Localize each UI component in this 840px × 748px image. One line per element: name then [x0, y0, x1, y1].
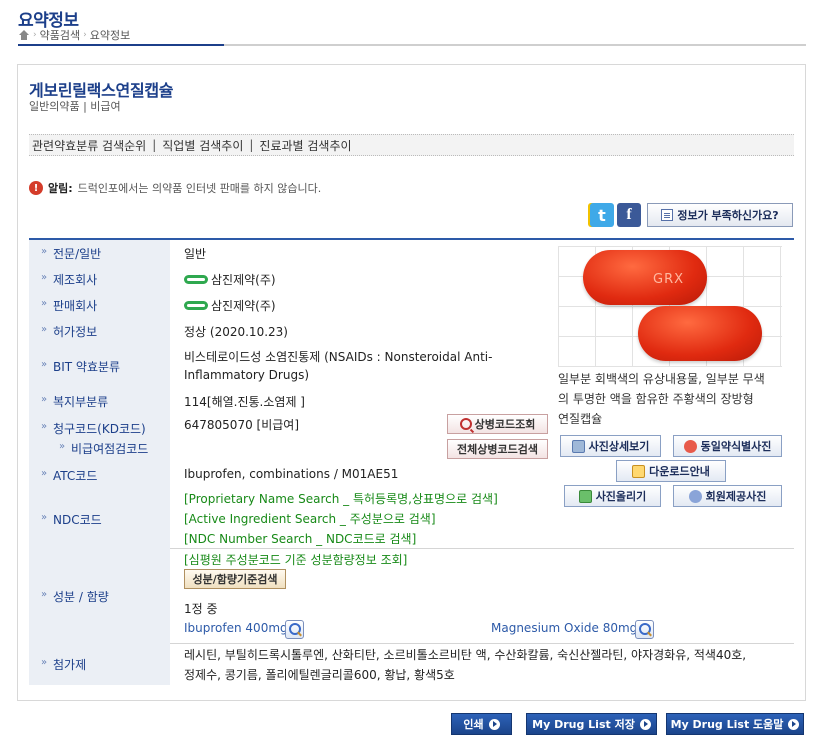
- samjin-logo-icon: [184, 301, 208, 310]
- ingredient-detail-zoom-icon[interactable]: [285, 620, 304, 639]
- link-category-rank[interactable]: 관련약효분류 검색순위: [32, 137, 146, 154]
- label-atc-code: ATC코드: [41, 467, 97, 484]
- pill-imprint: GRX: [653, 272, 685, 287]
- value-manufacturer[interactable]: 삼진제약(주): [184, 271, 276, 288]
- pills-icon: [683, 439, 697, 453]
- download-icon: [632, 464, 646, 478]
- value-atc-code: Ibuprofen, combinations / M01AE51: [184, 467, 399, 481]
- all-disease-code-search-button[interactable]: 전체상병코드검색: [447, 439, 548, 459]
- value-approval: 정상 (2020.10.23): [184, 325, 288, 339]
- label-ndc-code: NDC코드: [41, 511, 102, 528]
- section-divider: [170, 643, 794, 644]
- save-drug-list-button[interactable]: My Drug List 저장: [526, 713, 657, 735]
- additive-line1: 레시틴, 부틸히드록시톨루엔, 산화티탄, 소르비톨소르비탄 액, 수산화칼륨,…: [184, 648, 747, 662]
- photo-detail-button[interactable]: 사진상세보기: [560, 435, 661, 457]
- label-seller: 판매회사: [41, 297, 97, 314]
- drug-list-help-button[interactable]: My Drug List 도움말: [666, 713, 804, 735]
- pill-capsule-icon: GRX: [583, 250, 707, 305]
- ndc-ingredient-search-link[interactable]: [Active Ingredient Search _ 주성분으로 검색]: [184, 510, 436, 527]
- pill-image[interactable]: GRX: [558, 246, 782, 367]
- notice-label: 알림:: [48, 182, 73, 195]
- twitter-icon[interactable]: t: [590, 203, 614, 227]
- samjin-logo-icon: [184, 275, 208, 284]
- upload-photo-icon: [578, 489, 592, 503]
- drug-classification: 일반의약품 | 비급여: [29, 100, 121, 113]
- notice-text: 드럭인포에서는 의약품 인터넷 판매를 하지 않습니다.: [77, 182, 322, 195]
- section-divider: [170, 548, 794, 549]
- link-job-trend[interactable]: 직업별 검색추이: [162, 137, 243, 154]
- facebook-icon[interactable]: f: [617, 203, 641, 227]
- download-guide-button[interactable]: 다운로드안내: [616, 460, 726, 482]
- additive-line2: 정제수, 콩기름, 폴리에틸렌글리콜600, 황납, 황색5호: [184, 668, 455, 682]
- arrow-right-icon: [788, 718, 800, 730]
- header-divider: [18, 44, 806, 46]
- breadcrumb: › 약품검색 › 요약정보: [18, 27, 130, 43]
- rank-separator: |: [249, 138, 254, 152]
- search-trend-bar: 관련약효분류 검색순위 | 직업별 검색추이 | 진료과별 검색추이: [29, 134, 794, 156]
- disease-code-lookup-button[interactable]: 상병코드조회: [447, 414, 548, 434]
- arrow-right-icon: [639, 718, 651, 730]
- arrow-right-icon: [488, 718, 500, 730]
- ingredient-search-button[interactable]: 성분/함량기준검색: [184, 569, 286, 589]
- same-drug-photo-button[interactable]: 동일약식별사진: [673, 435, 782, 457]
- photo-upload-button[interactable]: 사진올리기: [564, 485, 661, 507]
- label-approval: 허가정보: [41, 323, 97, 340]
- print-button[interactable]: 인쇄: [451, 713, 512, 735]
- pill-description: 일부분 회백색의 유상내용물, 일부분 무색 의 투명한 액을 함유한 주황색의…: [558, 372, 765, 426]
- search-icon: [459, 418, 472, 430]
- value-category: 일반: [184, 247, 207, 261]
- report-missing-info-button[interactable]: 정보가 부족하신가요?: [647, 203, 793, 227]
- label-welfare-class: 복지부분류: [41, 393, 108, 410]
- breadcrumb-summary: 요약정보: [89, 29, 131, 42]
- breadcrumb-drug-search[interactable]: 약품검색: [40, 27, 80, 43]
- value-bit-class-line2: Inflammatory Drugs): [184, 368, 310, 382]
- ingredient-detail-zoom-icon[interactable]: [635, 620, 654, 639]
- label-claim-code: 청구코드(KD코드): [41, 420, 146, 437]
- value-bit-class-line1: 비스테로이드성 소염진통제 (NSAIDs : Nonsteroidal Ant…: [184, 350, 493, 364]
- label-additive: 첨가제: [41, 656, 86, 673]
- value-seller[interactable]: 삼진제약(주): [184, 297, 276, 314]
- member-photo-button[interactable]: 회원제공사진: [673, 485, 782, 507]
- value-welfare-class: 114[해열.진통.소염제 ]: [184, 395, 305, 409]
- label-bit-class: BIT 약효분류: [41, 358, 120, 375]
- breadcrumb-separator-icon: ›: [83, 30, 87, 40]
- hira-ingredient-link[interactable]: [심평원 주성분코드 기준 성분함량정보 조회]: [184, 551, 407, 568]
- pill-capsule-icon: [638, 306, 762, 361]
- per-unit-text: 1정 중: [184, 602, 218, 616]
- member-icon: [688, 489, 702, 503]
- label-noncovered-code: 비급여점검코드: [59, 440, 148, 457]
- ingredient-magnesium-oxide: Magnesium Oxide 80mg: [491, 621, 638, 635]
- info-label-column: [29, 240, 170, 685]
- notice: ! 알림: 드럭인포에서는 의약품 인터넷 판매를 하지 않습니다.: [29, 180, 321, 196]
- label-ingredient: 성분 / 함량: [41, 588, 109, 605]
- magnify-photo-icon: [571, 439, 585, 453]
- rank-separator: |: [152, 138, 157, 152]
- document-icon: [661, 209, 674, 221]
- ingredient-ibuprofen: Ibuprofen 400mg: [184, 621, 288, 635]
- warning-icon: !: [29, 181, 43, 195]
- link-department-trend[interactable]: 진료과별 검색추이: [259, 137, 351, 154]
- label-category: 전문/일반: [41, 245, 101, 262]
- breadcrumb-separator-icon: ›: [33, 30, 37, 40]
- ndc-proprietary-search-link[interactable]: [Proprietary Name Search _ 특허등록명,상표명으로 검…: [184, 490, 498, 507]
- label-manufacturer: 제조회사: [41, 271, 97, 288]
- ndc-number-search-link[interactable]: [NDC Number Search _ NDC코드로 검색]: [184, 530, 416, 547]
- home-icon[interactable]: [18, 29, 30, 41]
- value-claim-code: 647805070 [비급여]: [184, 418, 300, 432]
